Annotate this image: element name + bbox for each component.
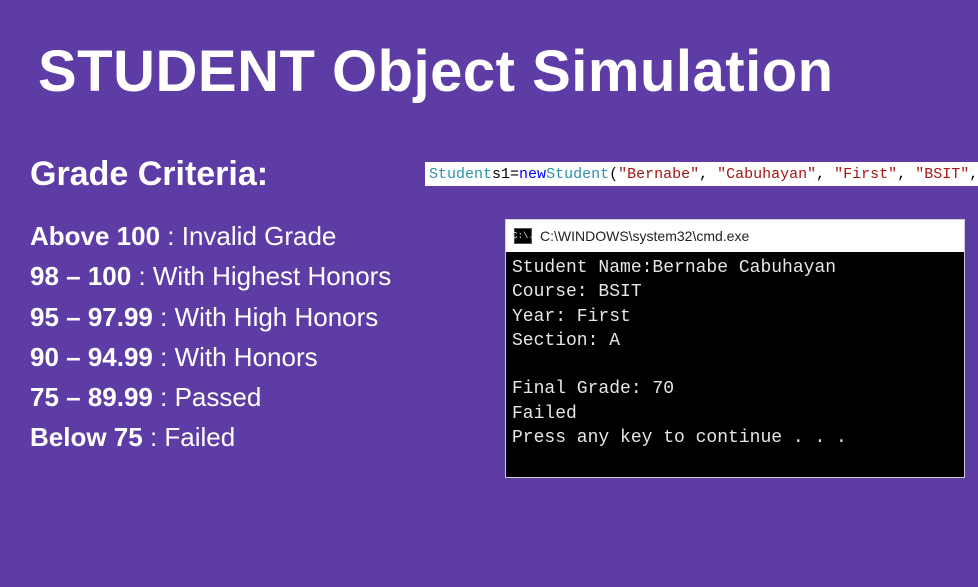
- code-arg: "Cabuhayan": [717, 166, 816, 183]
- slide-title: STUDENT Object Simulation: [0, 0, 978, 105]
- criteria-label: With Honors: [175, 342, 318, 372]
- cmd-titlebar: C:\. C:\WINDOWS\system32\cmd.exe: [506, 220, 964, 252]
- criteria-range: 75 – 89.99: [30, 382, 153, 412]
- cmd-title-text: C:\WINDOWS\system32\cmd.exe: [540, 228, 749, 244]
- cmd-line: Student Name:Bernabe Cabuhayan: [512, 258, 836, 278]
- cmd-line: Section: A: [512, 331, 620, 351]
- cmd-line: Course: BSIT: [512, 282, 642, 302]
- criteria-label: Failed: [164, 422, 235, 452]
- cmd-line: Press any key to continue . . .: [512, 428, 847, 448]
- code-arg: "Bernabe": [618, 166, 699, 183]
- criteria-range: 98 – 100: [30, 261, 131, 291]
- criteria-range: Above 100: [30, 221, 160, 251]
- criteria-range: 95 – 97.99: [30, 302, 153, 332]
- criteria-range: 90 – 94.99: [30, 342, 153, 372]
- cmd-window: C:\. C:\WINDOWS\system32\cmd.exe Student…: [505, 219, 965, 478]
- code-eq: =: [510, 166, 519, 183]
- code-keyword-new: new: [519, 166, 546, 183]
- cmd-line: Final Grade: 70: [512, 379, 674, 399]
- cmd-output: Student Name:Bernabe Cabuhayan Course: B…: [506, 252, 964, 477]
- code-snippet: Student s1 = new Student("Bernabe", "Cab…: [425, 162, 978, 186]
- code-var: s1: [492, 166, 510, 183]
- cmd-line: Year: First: [512, 307, 631, 327]
- code-type: Student: [429, 166, 492, 183]
- criteria-label: Invalid Grade: [182, 221, 337, 251]
- cmd-line: Failed: [512, 404, 577, 424]
- cmd-icon: C:\.: [514, 228, 532, 244]
- criteria-label: Passed: [175, 382, 262, 412]
- criteria-label: With High Honors: [175, 302, 379, 332]
- criteria-range: Below 75: [30, 422, 143, 452]
- code-arg: "BSIT": [915, 166, 969, 183]
- code-ctor: Student: [546, 166, 609, 183]
- criteria-label: With Highest Honors: [153, 261, 391, 291]
- code-arg: "First": [834, 166, 897, 183]
- code-open-paren: (: [609, 166, 618, 183]
